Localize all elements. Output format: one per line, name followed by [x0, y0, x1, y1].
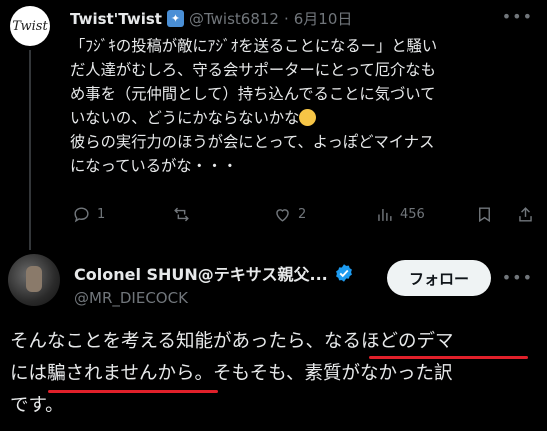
avatar[interactable]: Twist: [10, 6, 50, 46]
views-chart-icon: [378, 208, 392, 221]
tweet-text: そんなことを考える知能があったら、なるほどのデマ には騙されませんから。そもそも…: [10, 326, 542, 422]
avatar-logo-text: Twist: [12, 18, 48, 34]
tweet-line: だ人達がむしろ、守る会サポーターにとって厄介なも: [70, 61, 436, 79]
user-handle[interactable]: @MR_DIECOCK: [74, 289, 188, 307]
tweet-line: 「ﾌｼﾞｷの投稿が敵にｱｼﾞｵを送ることになるー」と騒い: [70, 37, 438, 55]
red-highlight-underline: [48, 390, 218, 393]
rocket-icon: ✦: [166, 10, 184, 27]
tweet-header: Colonel SHUN@テキサス親父...: [74, 261, 354, 285]
thread-connector: [29, 50, 31, 250]
repost-icon: [174, 207, 189, 222]
tweet-line: そんなことを考える知能があったら、なるほどのデマ: [10, 331, 454, 352]
like-count: 2: [298, 207, 307, 222]
reply-icon: [74, 207, 89, 223]
tweet-reply[interactable]: Colonel SHUN@テキサス親父... @MR_DIECOCK フォロー …: [0, 248, 547, 431]
follow-button[interactable]: フォロー: [387, 260, 491, 296]
verified-badge-icon: [335, 264, 352, 282]
views-button[interactable]: 456: [375, 205, 425, 224]
tweet-line: になっているがな・・・: [70, 157, 238, 175]
separator-dot: ·: [283, 9, 289, 28]
more-options-icon[interactable]: •••: [502, 268, 533, 287]
share-button[interactable]: [516, 205, 535, 224]
display-name[interactable]: Twist'Twist: [70, 10, 162, 28]
display-name[interactable]: Colonel SHUN@テキサス親父...: [74, 261, 328, 285]
share-icon: [519, 207, 532, 222]
post-date[interactable]: 6月10日: [294, 8, 353, 29]
red-highlight-underline: [369, 356, 528, 359]
tweet-line: です。: [10, 395, 64, 416]
heart-icon: [276, 209, 289, 222]
tweet-line: 彼らの実行力のほうが会にとって、よっぽどマイナス: [70, 133, 435, 151]
more-options-icon[interactable]: •••: [502, 7, 533, 26]
repost-button[interactable]: [172, 205, 191, 224]
pensive-face-emoji-icon: [299, 109, 317, 126]
tweet-header: Twist'Twist ✦ @Twist6812 · 6月10日: [70, 8, 352, 29]
tweet-text: 「ﾌｼﾞｷの投稿が敵にｱｼﾞｵを送ることになるー」と騒い だ人達がむしろ、守る会…: [70, 34, 540, 178]
view-count: 456: [400, 207, 425, 222]
avatar-figure: [26, 266, 42, 292]
action-bar: 1 2 456: [70, 205, 535, 229]
avatar[interactable]: [8, 254, 60, 306]
tweet-first[interactable]: Twist Twist'Twist ✦ @Twist6812 · 6月10日 •…: [0, 0, 547, 250]
bookmark-icon: [479, 207, 490, 223]
tweet-line: め事を（元仲間として）持ち込んでることに気づいて: [70, 85, 436, 103]
bookmark-button[interactable]: [475, 205, 494, 224]
reply-count: 1: [97, 207, 106, 222]
reply-button[interactable]: 1: [72, 205, 105, 224]
user-handle[interactable]: @Twist6812: [189, 10, 279, 28]
tweet-line-text: いないの、どうにかならないかな: [70, 109, 300, 127]
like-button[interactable]: 2: [273, 205, 306, 224]
tweet-line: には騙されませんから。そもそも、素質がなかった訳: [10, 363, 453, 384]
tweet-line: いないの、どうにかならないかな: [70, 106, 540, 130]
